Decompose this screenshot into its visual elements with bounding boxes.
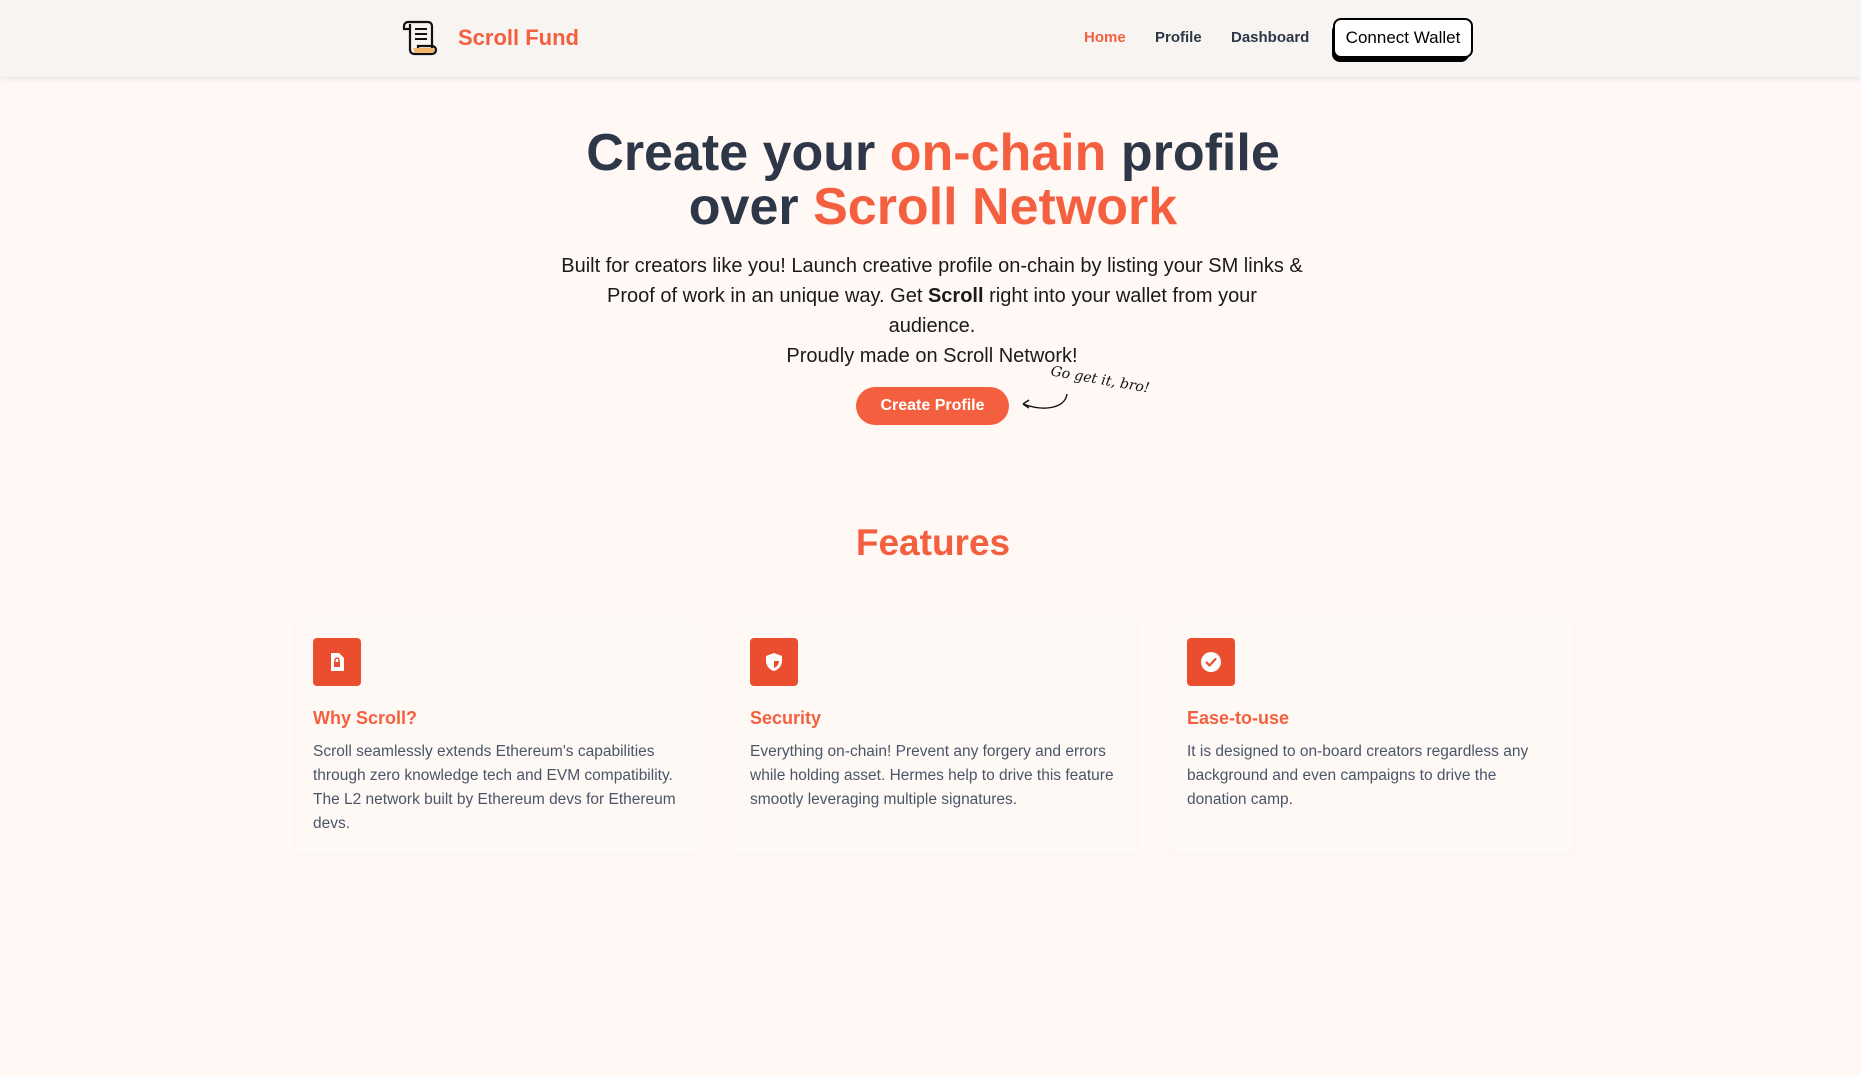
feature-title: Why Scroll? [313,708,418,728]
file-lock-icon [313,638,361,686]
hero-title: Create your on-chain profile over Scroll… [0,126,1861,234]
feature-description: Everything on-chain! Prevent any forgery… [750,743,1114,808]
feature-description: It is designed to on-board creators rega… [1187,743,1529,808]
nav-home-link[interactable]: Home [1084,29,1126,46]
curved-arrow-icon [1022,393,1068,409]
hero-title-part: Create your [586,124,890,182]
feature-title: Ease-to-use [1187,708,1290,728]
brand-name[interactable]: Scroll Fund [458,25,579,51]
hero-title-accent: on-chain [889,124,1107,182]
scroll-logo-icon[interactable] [400,18,440,58]
navbar: Scroll Fund Home Profile Dashboard Conne… [0,0,1861,77]
hero-subtitle: Built for creators like you! Launch crea… [561,251,1303,371]
hero-subtitle-tagline: Proudly made on Scroll Network! [786,345,1078,367]
shield-icon [750,638,798,686]
feature-description: Scroll seamlessly extends Ethereum's cap… [313,743,676,832]
features-heading: Features [855,522,1011,563]
nav-profile-link[interactable]: Profile [1155,29,1202,46]
connect-wallet-button[interactable]: Connect Wallet [1333,18,1473,58]
feature-card-ease-to-use: Ease-to-use It is designed to on-board c… [1169,617,1574,854]
feature-card-security: Security Everything on-chain! Prevent an… [732,617,1137,854]
hero-subtitle-bold: Scroll [927,285,984,307]
create-profile-button[interactable]: Create Profile [856,387,1009,425]
check-circle-icon [1187,638,1235,686]
feature-title: Security [750,708,822,728]
hero-title-accent: Scroll Network [813,178,1178,236]
feature-card-why-scroll: Why Scroll? Scroll seamlessly extends Et… [295,617,700,854]
hero-title-part: over [688,178,814,236]
nav-dashboard-link[interactable]: Dashboard [1231,29,1309,46]
hero-title-part: profile [1106,124,1280,182]
